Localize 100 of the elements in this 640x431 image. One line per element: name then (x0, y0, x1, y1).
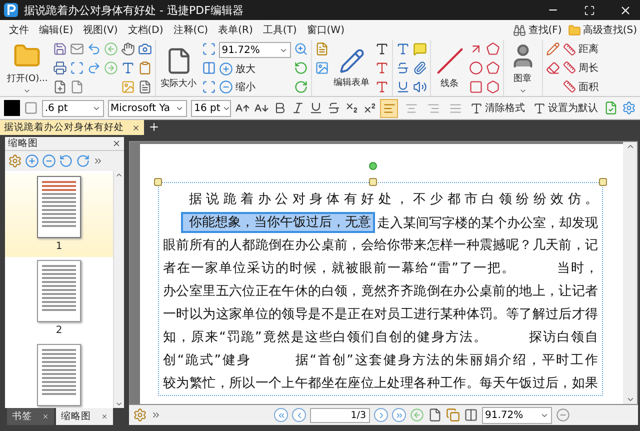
fit-page-icon[interactable] (202, 42, 216, 56)
resize-handle[interactable] (599, 178, 607, 186)
distance-button[interactable]: 距离 (562, 42, 599, 56)
scroll-down-icon[interactable] (626, 395, 634, 404)
rotate-right-icon[interactable] (294, 80, 308, 94)
actual-size-button[interactable]: 实际大小 (158, 40, 199, 96)
strikeout-icon[interactable] (396, 60, 410, 75)
scroll-up-icon[interactable] (626, 142, 634, 151)
hexagon-icon[interactable] (486, 80, 500, 94)
edit-text-icon[interactable] (314, 42, 329, 56)
fit-visible-icon[interactable] (202, 80, 216, 94)
camera-icon[interactable] (138, 42, 152, 56)
more-icon[interactable] (151, 410, 161, 420)
settings-icon[interactable] (8, 154, 22, 168)
resize-handle[interactable] (369, 178, 377, 186)
menu-item[interactable]: 文档(D) (124, 23, 170, 37)
line-width-field[interactable]: .6 pt (42, 100, 104, 116)
page-number-field[interactable]: 1/3 (310, 408, 370, 422)
zoom-out-icon[interactable] (42, 154, 56, 168)
menu-item[interactable]: 表单(R) (215, 23, 260, 37)
fit-width-icon[interactable] (202, 60, 216, 75)
polyline-icon[interactable] (486, 42, 500, 56)
lines-button[interactable]: 线条 (434, 40, 466, 96)
single-page-icon[interactable] (428, 408, 442, 422)
page-icon[interactable] (70, 80, 84, 94)
zoom-dropdown[interactable]: 91.72% (218, 42, 291, 58)
fill-color-swatch[interactable] (4, 100, 20, 116)
area-button[interactable]: 面积 (562, 80, 599, 94)
resize-handle[interactable] (154, 178, 162, 186)
new-tab-icon[interactable] (148, 121, 160, 133)
highlight-text-icon[interactable] (396, 42, 410, 56)
last-page-button[interactable] (392, 408, 406, 422)
document-tab[interactable]: 据说跪着办公对身体有好处 (0, 120, 144, 135)
menu-item[interactable]: 工具(T) (260, 23, 304, 37)
rotate-right-icon[interactable] (76, 154, 90, 168)
circle-icon[interactable] (468, 60, 483, 75)
print-icon[interactable] (52, 60, 67, 75)
rotate-handle[interactable] (369, 162, 377, 170)
subscript-icon[interactable] (344, 101, 359, 115)
hand-icon[interactable] (120, 42, 135, 56)
underline-icon[interactable] (308, 101, 323, 115)
menu-item[interactable]: 视图(V) (80, 23, 125, 37)
eraser-icon[interactable] (546, 60, 560, 75)
text-check-icon[interactable] (604, 101, 618, 115)
perimeter-button[interactable]: 周长 (562, 60, 599, 75)
italic-icon[interactable] (290, 101, 305, 115)
scrollbar[interactable] (113, 171, 124, 408)
page-thumbnail-item[interactable]: 2 (5, 257, 113, 341)
attachment-icon[interactable] (412, 60, 427, 75)
zoom-out-button[interactable]: 缩小 (218, 80, 256, 94)
pencil-icon[interactable] (546, 42, 560, 56)
menu-item[interactable]: 窗口(W) (304, 23, 352, 37)
clear-format-button[interactable]: 清除格式 (468, 101, 528, 115)
border-color-icon[interactable] (24, 101, 38, 115)
panel-tab[interactable]: 缩略图 (56, 408, 113, 425)
mail-icon[interactable] (70, 42, 84, 56)
document-icon[interactable] (52, 80, 67, 94)
set-default-button[interactable]: 设置为默认 (531, 101, 600, 115)
next-page-button[interactable] (374, 408, 388, 422)
first-page-button[interactable] (274, 408, 288, 422)
rotate-left-icon[interactable] (294, 60, 308, 75)
zoom-icon[interactable] (294, 42, 308, 56)
settings-icon[interactable] (133, 408, 147, 422)
font-field[interactable]: Microsoft Ya (108, 100, 188, 116)
advanced-find-button[interactable]: 高级查找(S) (564, 23, 640, 37)
page-thumbnail-item[interactable]: 1 (5, 173, 113, 257)
close-icon[interactable] (112, 139, 121, 148)
selected-text[interactable]: 你能想象，当你午饭过后，无意 (181, 212, 375, 233)
polygon-icon[interactable] (486, 60, 500, 75)
find-button[interactable]: 查找(F) (510, 23, 565, 37)
callout-icon[interactable] (374, 80, 389, 94)
zoom-in-button[interactable]: 放大 (218, 62, 256, 76)
zoom-field[interactable]: 91.72% (482, 406, 552, 424)
rotate-left-icon[interactable] (59, 154, 73, 168)
zoom-out-icon[interactable] (556, 408, 570, 422)
previous-page-button[interactable] (292, 408, 306, 422)
menu-item[interactable]: 注释(C) (170, 23, 216, 37)
stamp-button[interactable]: 图章 (506, 40, 539, 96)
continuous-page-icon[interactable] (446, 408, 460, 422)
menu-item[interactable]: 文件 (6, 23, 36, 37)
undo-icon[interactable] (86, 42, 101, 56)
strikethrough-icon[interactable] (326, 101, 341, 115)
save-icon[interactable] (52, 42, 67, 56)
clipboard-icon[interactable] (138, 60, 152, 75)
sound-icon[interactable] (412, 80, 427, 94)
scroll-down-icon[interactable] (115, 400, 123, 408)
text-select-icon[interactable] (120, 60, 135, 75)
two-page-icon[interactable] (464, 408, 478, 422)
zoom-in-icon[interactable] (25, 154, 39, 168)
underline-icon[interactable] (396, 80, 410, 94)
text-field-icon[interactable] (374, 42, 389, 56)
superscript-icon[interactable] (362, 101, 376, 115)
panel-tab[interactable]: 书签 (7, 408, 54, 425)
comment-icon[interactable] (412, 42, 427, 56)
scroll-up-icon[interactable] (115, 171, 123, 179)
text-box-icon[interactable] (374, 60, 389, 75)
add-image-icon[interactable] (314, 60, 329, 75)
font-size-field[interactable]: 16 pt (191, 100, 232, 116)
open-button[interactable]: 打开(O)... (5, 40, 50, 96)
image-select-icon[interactable] (120, 80, 135, 94)
